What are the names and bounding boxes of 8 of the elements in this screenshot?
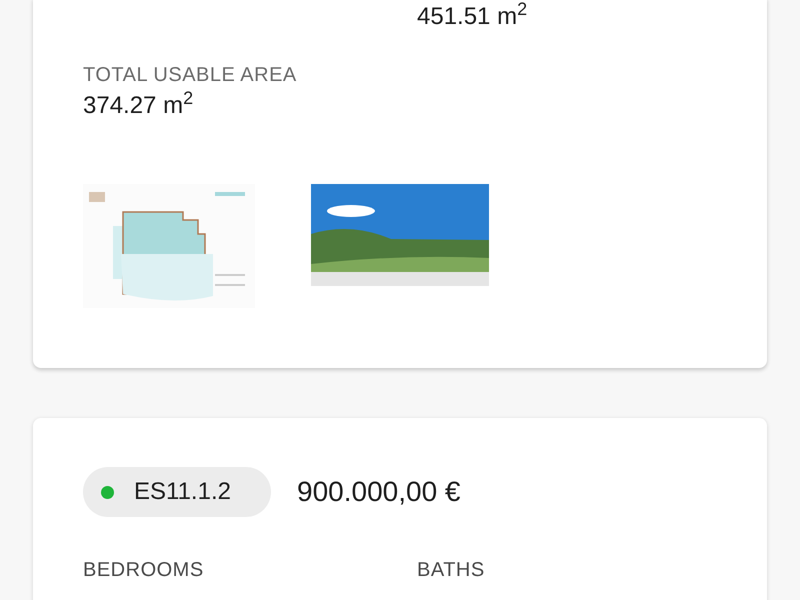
field-label: BATHS	[417, 558, 486, 583]
area-value: 374.27 m$^{2}$	[83, 88, 194, 121]
area-value: 451.51 m$^{2}$	[417, 4, 528, 30]
price: 900.000,00 €	[297, 475, 460, 509]
field-label: BEDROOMS	[83, 558, 205, 583]
landscape-photo-placeholder[interactable]	[311, 184, 489, 286]
area-label: TOTAL USABLE AREA	[83, 63, 298, 88]
unit-code: ES11.1.2	[134, 477, 231, 507]
